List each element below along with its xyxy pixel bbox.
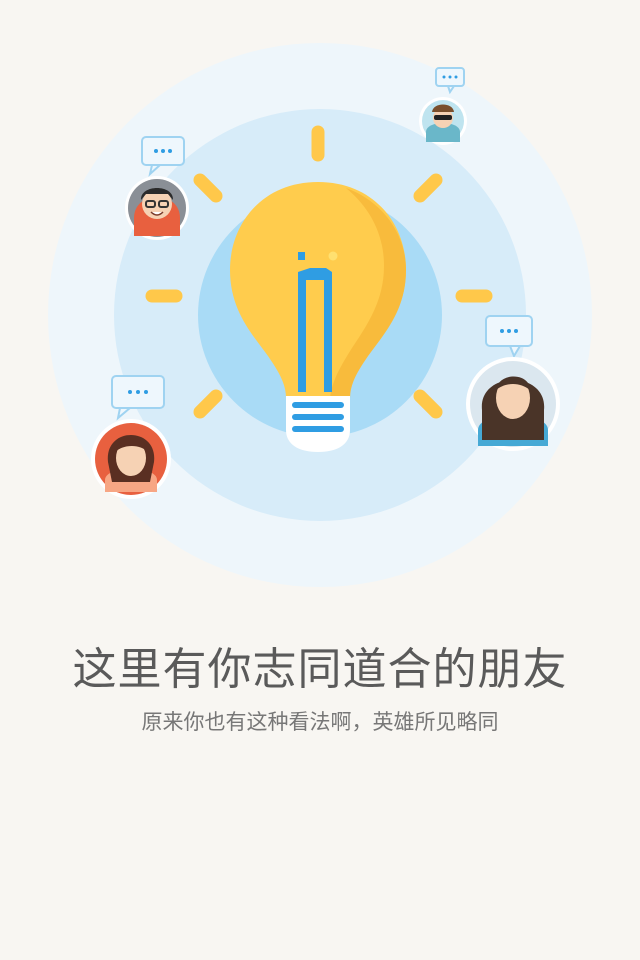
onboarding-page: 这里有你志同道合的朋友 原来你也有这种看法啊，英雄所见略同 xyxy=(0,0,640,960)
page-subtitle: 原来你也有这种看法啊，英雄所见略同 xyxy=(141,710,499,734)
page-title: 这里有你志同道合的朋友 xyxy=(72,644,568,695)
lightbulb-illustration xyxy=(48,43,592,587)
